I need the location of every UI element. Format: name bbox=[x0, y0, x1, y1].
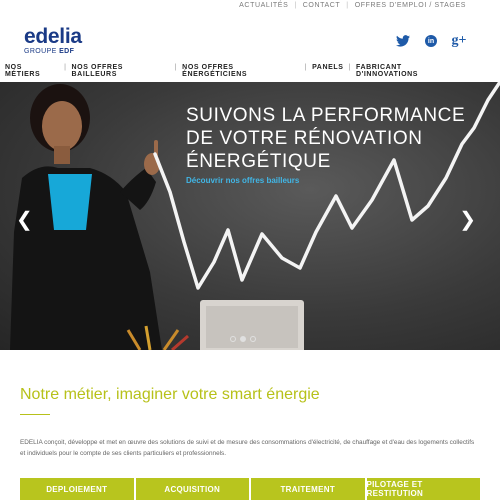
edelia-logo[interactable]: edelia GROUPE EDF bbox=[24, 26, 82, 55]
hero-headline-line1: SUIVONS LA PERFORMANCE bbox=[186, 105, 466, 126]
laptop-illustration bbox=[200, 300, 304, 350]
section-description: EDELIA conçoit, développe et met en œuvr… bbox=[20, 439, 475, 457]
linkedin-icon[interactable]: in bbox=[425, 35, 437, 47]
utility-bar: ACTUALITÉS | CONTACT | OFFRES D'EMPLOI /… bbox=[0, 0, 500, 14]
utility-link-actualites[interactable]: ACTUALITÉS bbox=[233, 2, 294, 9]
hero-cta-link[interactable]: Découvrir nos offres bailleurs bbox=[186, 176, 299, 185]
logo-subtitle: GROUPE EDF bbox=[24, 48, 82, 55]
utility-links: ACTUALITÉS | CONTACT | OFFRES D'EMPLOI /… bbox=[233, 2, 472, 9]
nav-item-fabricant[interactable]: FABRICANT D'INNOVATIONS bbox=[351, 64, 470, 78]
hero-headline-line2: DE VOTRE RÉNOVATION bbox=[186, 128, 423, 149]
section-title: Notre métier, imaginer votre smart énerg… bbox=[20, 386, 320, 403]
twitter-icon[interactable] bbox=[396, 34, 410, 48]
hero-headline: SUIVONS LA PERFORMANCE DE VOTRE RÉNOVATI… bbox=[186, 104, 465, 173]
slider-next-icon[interactable]: ❯ bbox=[459, 210, 476, 230]
social-links: in g+ bbox=[396, 33, 467, 48]
main-navigation: NOS MÉTIERS | NOS OFFRES BAILLEURS | NOS… bbox=[0, 64, 470, 78]
title-divider bbox=[20, 414, 50, 415]
slider-dot-2[interactable] bbox=[240, 336, 246, 342]
utility-link-contact[interactable]: CONTACT bbox=[297, 2, 347, 9]
logo-sub-prefix: GROUPE bbox=[24, 48, 57, 55]
utility-link-emploi[interactable]: OFFRES D'EMPLOI / STAGES bbox=[349, 2, 472, 9]
slider-dot-3[interactable] bbox=[250, 336, 256, 342]
logo-sub-brand: EDF bbox=[59, 48, 75, 55]
nav-item-offres-bailleurs[interactable]: NOS OFFRES BAILLEURS bbox=[67, 64, 175, 78]
slider-prev-icon[interactable]: ❮ bbox=[16, 210, 33, 230]
nav-item-panels[interactable]: PANELS bbox=[307, 64, 348, 78]
tab-traitement[interactable]: TRAITEMENT bbox=[251, 478, 365, 500]
tab-pilotage-restitution[interactable]: PILOTAGE ET RESTITUTION bbox=[366, 478, 480, 500]
tab-deploiement[interactable]: DEPLOIEMENT bbox=[20, 478, 134, 500]
googleplus-icon[interactable]: g+ bbox=[452, 33, 467, 48]
metier-tabs: DEPLOIEMENT ACQUISITION TRAITEMENT PILOT… bbox=[20, 478, 480, 500]
slider-pagination bbox=[230, 336, 256, 342]
logo-wordmark: edelia bbox=[24, 25, 82, 48]
slider-dot-1[interactable] bbox=[230, 336, 236, 342]
tab-acquisition[interactable]: ACQUISITION bbox=[135, 478, 249, 500]
woman-figure bbox=[10, 84, 162, 350]
nav-item-offres-energeticiens[interactable]: NOS OFFRES ÉNERGÉTICIENS bbox=[177, 64, 304, 78]
nav-item-metiers[interactable]: NOS MÉTIERS bbox=[0, 64, 64, 78]
twitter-bird-glyph bbox=[396, 35, 410, 47]
hero-headline-line3: ÉNERGÉTIQUE bbox=[186, 151, 331, 172]
hero-slider[interactable]: SUIVONS LA PERFORMANCE DE VOTRE RÉNOVATI… bbox=[0, 82, 500, 350]
